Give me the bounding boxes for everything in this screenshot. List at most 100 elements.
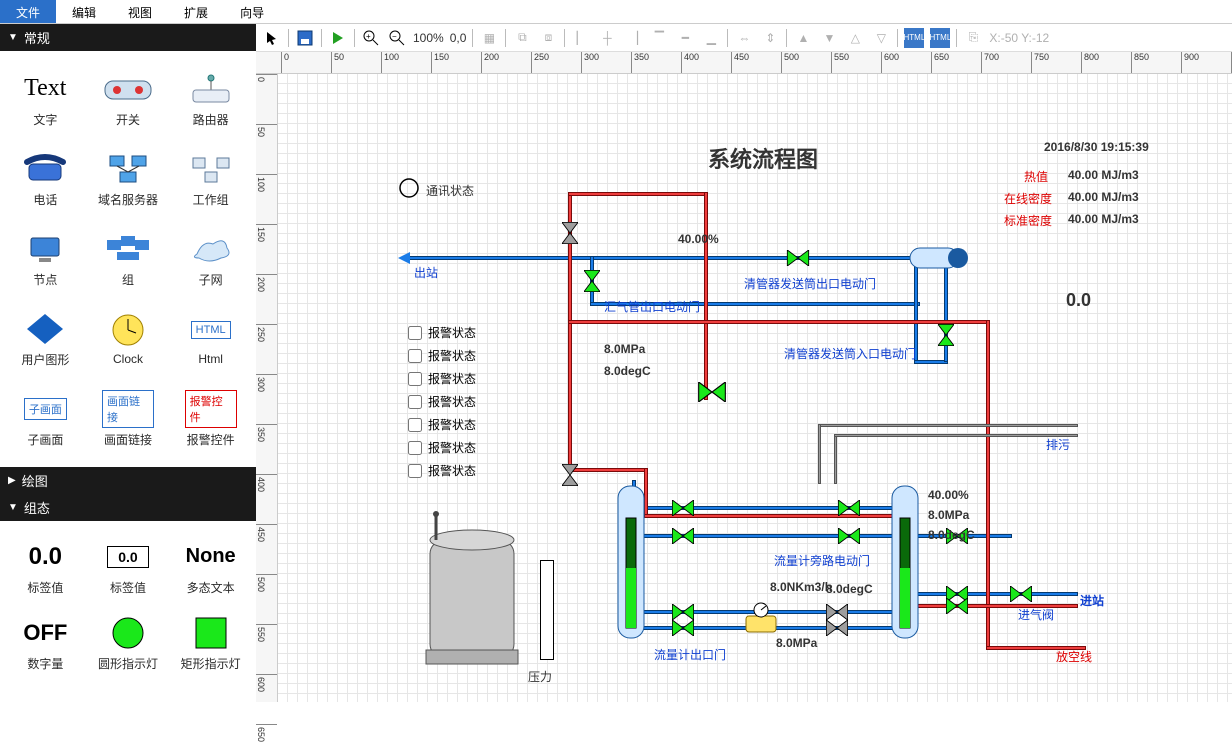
valve-inlet[interactable]: [1010, 586, 1032, 602]
front-icon[interactable]: ▲: [793, 28, 813, 48]
accordion-general[interactable]: ▼常规: [0, 24, 256, 51]
pipe-r-h2: [568, 320, 990, 324]
zoom-out-icon[interactable]: −: [387, 28, 407, 48]
valve-1[interactable]: [562, 222, 578, 244]
pal-circlelamp[interactable]: 圆形指示灯: [87, 605, 170, 681]
valve-mid[interactable]: [698, 382, 726, 402]
alarm-cb-6[interactable]: 报警状态: [408, 462, 476, 479]
menu-guide[interactable]: 向导: [224, 0, 280, 23]
align-top-icon[interactable]: ▔: [649, 28, 669, 48]
alarm-cb-1[interactable]: 报警状态: [408, 347, 476, 364]
select-all-icon[interactable]: ▦: [479, 28, 499, 48]
pig-launcher-icon[interactable]: [910, 246, 968, 270]
pal-node[interactable]: 节点: [4, 219, 87, 299]
pal-text[interactable]: Text文字: [4, 59, 87, 139]
valve-8[interactable]: [672, 604, 694, 620]
chevron-down-icon: ▼: [8, 32, 18, 43]
alarm-cb-5[interactable]: 报警状态: [408, 439, 476, 456]
alarm-cb-4[interactable]: 报警状态: [408, 416, 476, 433]
pal-phone[interactable]: 电话: [4, 139, 87, 219]
pal-tagvalue[interactable]: 0.0标签值: [4, 529, 87, 605]
ruler-vertical: 050100150200250300350400450500550600650: [256, 74, 278, 702]
zoom-in-icon[interactable]: +: [361, 28, 381, 48]
dist-h-icon[interactable]: ⇔: [734, 28, 754, 48]
pal-pie1[interactable]: [4, 681, 87, 702]
pointer-icon[interactable]: [262, 28, 282, 48]
pal-dns[interactable]: 域名服务器: [87, 139, 170, 219]
accordion-config[interactable]: ▼组态: [0, 494, 256, 521]
accordion-draw[interactable]: ▶绘图: [0, 467, 256, 494]
menu-file[interactable]: 文件: [0, 0, 56, 23]
pal-digital[interactable]: OFF数字量: [4, 605, 87, 681]
pal-subpage[interactable]: 子画面子画面: [4, 379, 87, 459]
tank-left[interactable]: [616, 478, 646, 648]
pal-multistate[interactable]: None多态文本: [169, 529, 252, 605]
alarm-cb-0[interactable]: 报警状态: [408, 324, 476, 341]
pig-out-lbl: 清管器发送筒出口电动门: [744, 275, 876, 292]
align-right-icon[interactable]: ▕: [623, 28, 643, 48]
valve-7[interactable]: [838, 528, 860, 544]
coord-readout: X:-50 Y:-12: [989, 31, 1049, 45]
pal-valve[interactable]: [169, 681, 252, 702]
pal-router[interactable]: 路由器: [169, 59, 252, 139]
play-icon[interactable]: [328, 28, 348, 48]
align-bottom-icon[interactable]: ▁: [701, 28, 721, 48]
alarm-cb-3[interactable]: 报警状态: [408, 393, 476, 410]
alarm-cb-2[interactable]: 报警状态: [408, 370, 476, 387]
html2-icon[interactable]: HTML: [930, 28, 950, 48]
canvas[interactable]: 系统流程图 2016/8/30 19:15:39 通讯状态 热值 40.00 M…: [278, 74, 1232, 702]
menubar: 文件 编辑 视图 扩展 向导: [0, 0, 1232, 24]
align-left-icon[interactable]: ▏: [571, 28, 591, 48]
chevron-right-icon: ▶: [8, 475, 16, 486]
menu-ext[interactable]: 扩展: [168, 0, 224, 23]
align-center-icon[interactable]: ┼: [597, 28, 617, 48]
ungroup-icon[interactable]: ⧈: [538, 28, 558, 48]
backward-icon[interactable]: ▽: [871, 28, 891, 48]
read-std-val: 40.00 MJ/m3: [1068, 212, 1139, 226]
menu-view[interactable]: 视图: [112, 0, 168, 23]
flow-meter-icon[interactable]: [744, 602, 778, 636]
pig-in-lbl: 清管器发送筒入口电动门: [784, 345, 916, 362]
copy-icon[interactable]: ⎘: [963, 28, 983, 48]
pal-userpoly[interactable]: 用户图形: [4, 299, 87, 379]
html1-icon[interactable]: HTML: [904, 28, 924, 48]
pal-html[interactable]: HTMLHtml: [169, 299, 252, 379]
valve-2[interactable]: [584, 270, 600, 292]
pal-pie2[interactable]: [87, 681, 170, 702]
pal-rectlamp[interactable]: 矩形指示灯: [169, 605, 252, 681]
vent-lbl: 放空线: [1056, 648, 1092, 665]
valve-5[interactable]: [672, 528, 694, 544]
dist-v-icon[interactable]: ⇕: [760, 28, 780, 48]
back-icon[interactable]: ▼: [819, 28, 839, 48]
pal-tagvaluebox[interactable]: 0.0标签值: [87, 529, 170, 605]
valve-10[interactable]: [826, 604, 848, 620]
pal-subnet[interactable]: 子网: [169, 219, 252, 299]
valve-9[interactable]: [672, 620, 694, 636]
pal-pagelink[interactable]: 画面链接画面链接: [87, 379, 170, 459]
valve-pig-in[interactable]: [938, 324, 954, 346]
group-icon[interactable]: ⧉: [512, 28, 532, 48]
pal-group[interactable]: 组: [87, 219, 170, 299]
valve-13[interactable]: [946, 598, 968, 614]
valve-out-main[interactable]: [786, 250, 810, 266]
valve-11[interactable]: [826, 620, 848, 636]
tank-right[interactable]: [890, 478, 920, 648]
pipe-r-v2: [704, 192, 708, 400]
valve-4[interactable]: [672, 500, 694, 516]
pressure-label: 压力: [528, 668, 552, 685]
save-icon[interactable]: [295, 28, 315, 48]
menu-edit[interactable]: 编辑: [56, 0, 112, 23]
pressure2-lbl: 8.0MPa: [776, 636, 817, 650]
comm-status-icon[interactable]: [399, 178, 419, 198]
pal-switch[interactable]: 开关: [87, 59, 170, 139]
pal-workgroup[interactable]: 工作组: [169, 139, 252, 219]
cooling-tower-icon[interactable]: [416, 504, 534, 674]
inlet-valve-lbl: 进气阀: [1018, 606, 1054, 623]
pipe-r-h3: [568, 468, 648, 472]
valve-3[interactable]: [562, 464, 578, 486]
align-middle-icon[interactable]: ━: [675, 28, 695, 48]
valve-6[interactable]: [838, 500, 860, 516]
pal-clock[interactable]: Clock: [87, 299, 170, 379]
forward-icon[interactable]: △: [845, 28, 865, 48]
pal-alarmctrl[interactable]: 报警控件报警控件: [169, 379, 252, 459]
